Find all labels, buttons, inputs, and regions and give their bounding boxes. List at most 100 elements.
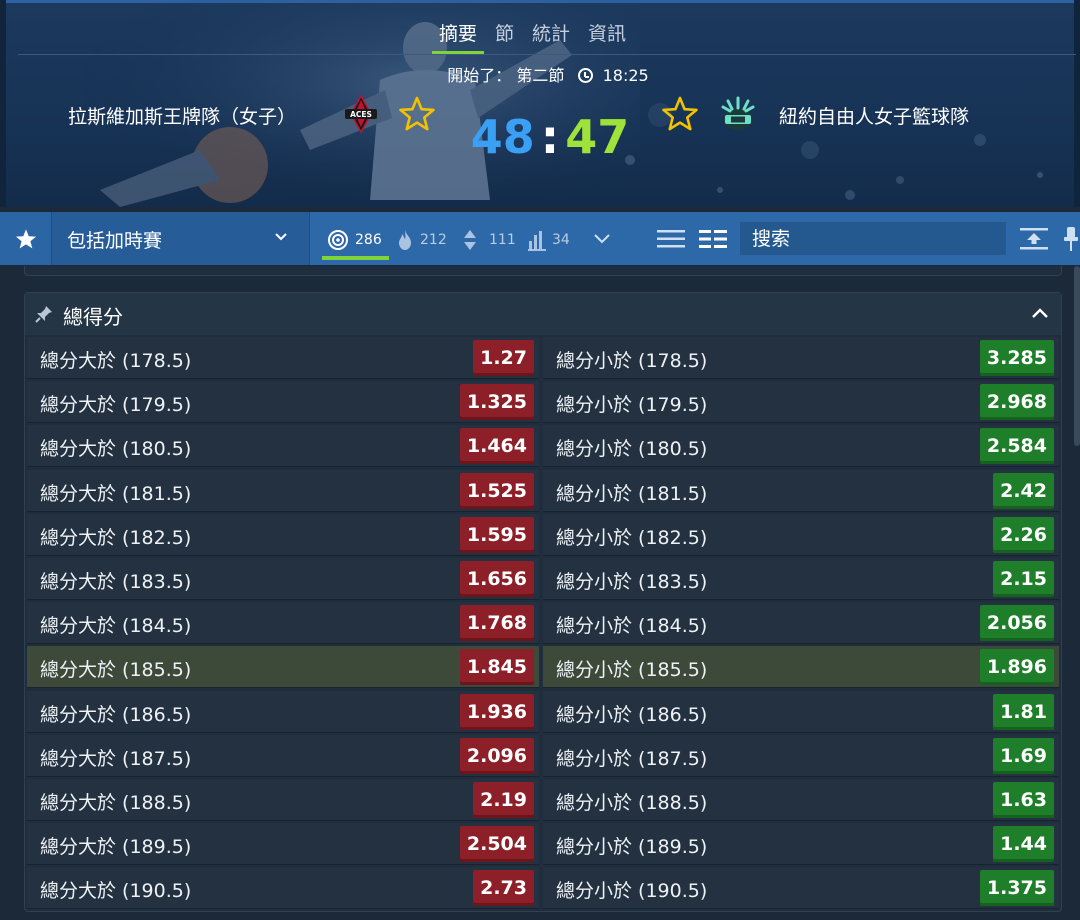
tab-divider xyxy=(18,54,1076,55)
under-outcome[interactable]: 總分小於 (189.5) 1.44 xyxy=(543,823,1059,866)
two-column-view-icon[interactable] xyxy=(698,227,728,251)
over-label: 總分大於 (182.5) xyxy=(40,526,192,549)
over-outcome[interactable]: 總分大於 (181.5) 1.525 xyxy=(27,469,539,512)
filter-stats-count: 34 xyxy=(552,232,570,248)
favorite-away-star-icon[interactable] xyxy=(661,95,699,133)
filter-popular[interactable]: 212 xyxy=(396,229,447,251)
match-tabs: 摘要 節 統計 資訊 xyxy=(430,20,635,54)
table-row: 總分大於 (179.5) 1.325 總分小於 (179.5) 2.968 xyxy=(27,381,1061,425)
tab-stats[interactable]: 統計 xyxy=(523,20,579,54)
over-odds-button[interactable]: 2.19 xyxy=(473,781,534,818)
scrollbar[interactable] xyxy=(1074,266,1080,446)
over-odds-button[interactable]: 1.27 xyxy=(473,340,534,376)
score-separator: : xyxy=(540,110,560,164)
under-label: 總分小於 (189.5) xyxy=(556,836,708,859)
pin-icon[interactable] xyxy=(35,305,53,323)
over-outcome[interactable]: 總分大於 (183.5) 1.656 xyxy=(27,557,539,600)
over-outcome[interactable]: 總分大於 (187.5) 2.096 xyxy=(27,734,539,777)
over-outcome[interactable]: 總分大於 (179.5) 1.325 xyxy=(27,381,539,424)
under-odds-button[interactable]: 1.69 xyxy=(993,737,1054,774)
table-row: 總分大於 (184.5) 1.768 總分小於 (184.5) 2.056 xyxy=(27,602,1061,646)
over-odds-button[interactable]: 1.525 xyxy=(459,472,534,509)
under-odds-button[interactable]: 1.81 xyxy=(993,693,1054,730)
tab-info[interactable]: 資訊 xyxy=(579,20,635,54)
over-outcome[interactable]: 總分大於 (188.5) 2.19 xyxy=(27,778,539,821)
favorites-button[interactable] xyxy=(0,212,52,265)
scoreboard: 48:47 xyxy=(470,108,630,166)
filter-all-markets[interactable]: 286 xyxy=(327,229,382,251)
under-outcome[interactable]: 總分小於 (179.5) 2.968 xyxy=(543,381,1059,424)
under-outcome[interactable]: 總分小於 (178.5) 3.285 xyxy=(543,337,1059,379)
under-odds-button[interactable]: 3.285 xyxy=(979,340,1054,376)
under-odds-button[interactable]: 2.26 xyxy=(993,516,1054,553)
search-input[interactable] xyxy=(740,222,1006,255)
under-label: 總分小於 (190.5) xyxy=(556,880,708,903)
list-view-icon[interactable] xyxy=(656,227,686,251)
under-odds-button[interactable]: 2.42 xyxy=(993,472,1054,509)
bar-chart-icon xyxy=(528,231,546,251)
table-row: 總分大於 (180.5) 1.464 總分小於 (180.5) 2.584 xyxy=(27,425,1061,469)
over-label: 總分大於 (188.5) xyxy=(40,791,192,814)
filter-all-count: 286 xyxy=(355,232,382,248)
under-outcome[interactable]: 總分小於 (182.5) 2.26 xyxy=(543,513,1059,556)
clock-icon xyxy=(577,68,593,83)
table-row: 總分大於 (190.5) 2.73 總分小於 (190.5) 1.375 xyxy=(27,867,1061,911)
over-odds-button[interactable]: 1.768 xyxy=(459,605,534,642)
over-odds-button[interactable]: 1.936 xyxy=(459,693,534,730)
over-outcome[interactable]: 總分大於 (190.5) 2.73 xyxy=(27,867,539,910)
under-odds-button[interactable]: 2.968 xyxy=(979,384,1054,421)
over-odds-button[interactable]: 2.73 xyxy=(473,870,534,907)
under-odds-button[interactable]: 1.375 xyxy=(979,870,1054,907)
under-outcome[interactable]: 總分小於 (188.5) 1.63 xyxy=(543,778,1059,821)
over-odds-button[interactable]: 1.464 xyxy=(459,428,534,465)
under-odds-button[interactable]: 2.15 xyxy=(993,560,1054,597)
over-outcome[interactable]: 總分大於 (185.5) 1.845 xyxy=(27,646,539,689)
over-label: 總分大於 (179.5) xyxy=(40,394,192,417)
under-odds-button[interactable]: 2.056 xyxy=(979,605,1054,642)
collapse-all-icon[interactable] xyxy=(1018,225,1050,253)
over-odds-button[interactable]: 1.656 xyxy=(459,560,534,597)
under-odds-button[interactable]: 1.896 xyxy=(979,649,1054,686)
over-odds-button[interactable]: 2.096 xyxy=(459,737,534,774)
target-icon xyxy=(328,230,348,250)
tab-period[interactable]: 節 xyxy=(486,20,523,54)
market-header[interactable]: 總得分 xyxy=(25,293,1061,335)
over-odds-button[interactable]: 2.504 xyxy=(459,826,534,863)
favorite-home-star-icon[interactable] xyxy=(398,95,436,133)
over-odds-button[interactable]: 1.325 xyxy=(459,384,534,421)
under-label: 總分小於 (185.5) xyxy=(556,659,708,682)
table-row: 總分大於 (186.5) 1.936 總分小於 (186.5) 1.81 xyxy=(27,690,1061,735)
over-odds-button[interactable]: 1.595 xyxy=(459,516,534,553)
under-outcome[interactable]: 總分小於 (181.5) 2.42 xyxy=(543,469,1059,512)
under-outcome[interactable]: 總分小於 (183.5) 2.15 xyxy=(543,557,1059,600)
over-odds-button[interactable]: 1.845 xyxy=(459,649,534,686)
odds-rows: 總分大於 (178.5) 1.27 總分小於 (178.5) 3.285 總分大於 (1… xyxy=(27,337,1061,911)
over-outcome[interactable]: 總分大於 (182.5) 1.595 xyxy=(27,513,539,556)
over-outcome[interactable]: 總分大於 (178.5) 1.27 xyxy=(27,337,539,379)
chevron-up-icon[interactable] xyxy=(1031,306,1049,320)
under-outcome[interactable]: 總分小於 (187.5) 1.69 xyxy=(543,734,1059,777)
under-outcome[interactable]: 總分小於 (184.5) 2.056 xyxy=(543,602,1059,645)
under-outcome[interactable]: 總分小於 (186.5) 1.81 xyxy=(543,690,1059,733)
table-row: 總分大於 (181.5) 1.525 總分小於 (181.5) 2.42 xyxy=(27,469,1061,514)
star-filled-icon xyxy=(15,229,37,249)
filter-totals[interactable]: 111 xyxy=(463,229,516,251)
under-outcome[interactable]: 總分小於 (180.5) 2.584 xyxy=(543,425,1059,468)
filter-stats[interactable]: 34 xyxy=(528,229,570,251)
more-filters-chevron-icon[interactable] xyxy=(592,229,612,249)
under-odds-button[interactable]: 1.63 xyxy=(993,781,1054,818)
over-outcome[interactable]: 總分大於 (189.5) 2.504 xyxy=(27,823,539,866)
over-label: 總分大於 (178.5) xyxy=(40,350,192,372)
over-outcome[interactable]: 總分大於 (186.5) 1.936 xyxy=(27,690,539,733)
period-select[interactable]: 包括加時賽 xyxy=(52,212,310,265)
over-label: 總分大於 (184.5) xyxy=(40,615,192,638)
under-outcome[interactable]: 總分小於 (190.5) 1.375 xyxy=(543,867,1059,910)
over-outcome[interactable]: 總分大於 (184.5) 1.768 xyxy=(27,602,539,645)
under-odds-button[interactable]: 1.44 xyxy=(993,826,1054,863)
under-odds-button[interactable]: 2.584 xyxy=(979,428,1054,465)
under-outcome[interactable]: 總分小於 (185.5) 1.896 xyxy=(543,646,1059,689)
over-outcome[interactable]: 總分大於 (180.5) 1.464 xyxy=(27,425,539,468)
tab-summary[interactable]: 摘要 xyxy=(430,20,486,54)
pin-icon[interactable] xyxy=(1062,224,1080,254)
under-label: 總分小於 (182.5) xyxy=(556,526,708,549)
